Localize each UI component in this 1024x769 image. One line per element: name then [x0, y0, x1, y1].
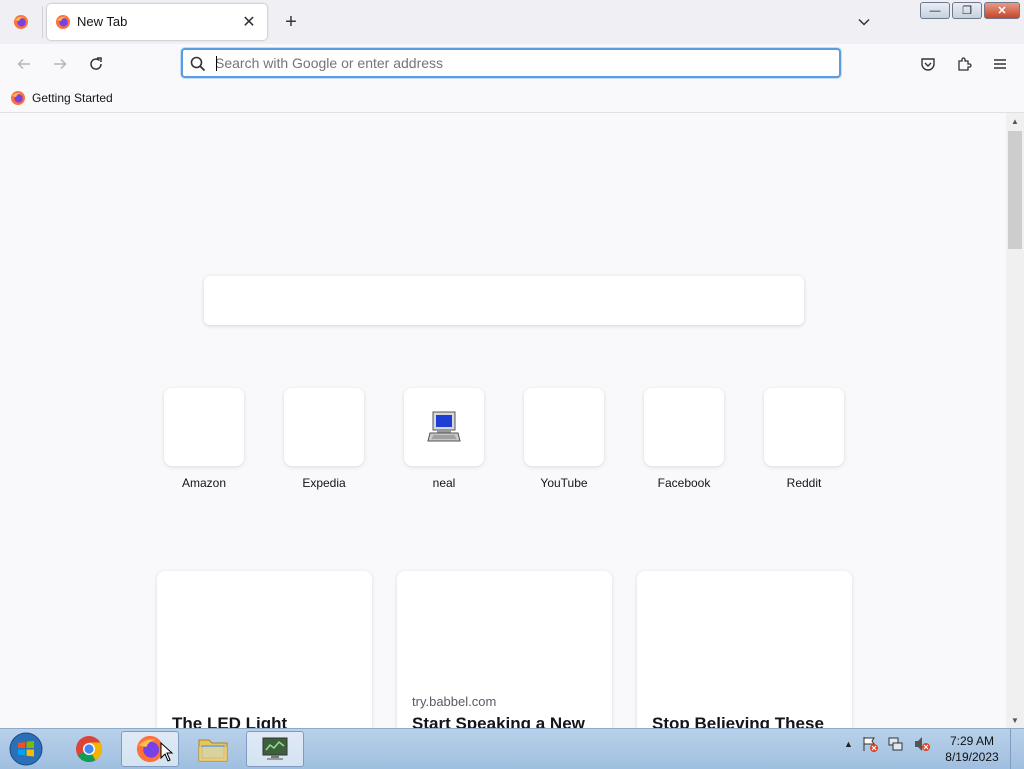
scrollbar-thumb[interactable] [1008, 131, 1022, 249]
new-tab-page: Amazon Expedia neal YouTube Facebook Red… [0, 113, 1006, 728]
navigation-toolbar [0, 44, 1024, 84]
story-source: try.babbel.com [412, 694, 497, 709]
save-to-pocket-button[interactable] [914, 50, 942, 78]
address-bar[interactable] [181, 48, 841, 78]
top-site-tile [404, 388, 484, 466]
extensions-button[interactable] [950, 50, 978, 78]
bookmark-label: Getting Started [32, 91, 113, 105]
mouse-cursor-icon [160, 742, 174, 762]
windows-taskbar: ▲ 7:29 AM 8/19/2023 [0, 728, 1024, 769]
tab-title: New Tab [77, 14, 128, 29]
story-title: Stop Believing These [652, 714, 824, 728]
close-window-button[interactable]: ✕ [984, 2, 1020, 19]
computer-icon [427, 411, 461, 442]
search-icon [190, 56, 206, 75]
tab-divider [42, 6, 43, 38]
top-site-tile [284, 388, 364, 466]
top-site-amazon[interactable]: Amazon [164, 388, 244, 490]
text-caret [216, 56, 217, 71]
top-site-reddit[interactable]: Reddit [764, 388, 844, 490]
top-site-tile [764, 388, 844, 466]
tab-strip: New Tab ✕ + — ❐ ✕ [0, 0, 1024, 44]
forward-arrow-icon [54, 58, 67, 70]
top-site-neal[interactable]: neal [404, 388, 484, 490]
reload-button[interactable] [82, 50, 110, 78]
puzzle-piece-icon [958, 57, 972, 71]
clock-date: 8/19/2023 [945, 750, 999, 764]
action-center-flag-icon[interactable] [861, 735, 879, 753]
vertical-scrollbar[interactable]: ▲ ▼ [1006, 113, 1024, 728]
pocket-icon [921, 58, 935, 71]
back-button[interactable] [10, 50, 38, 78]
top-site-tile [524, 388, 604, 466]
story-card[interactable]: Stop Believing These [637, 571, 852, 728]
taskbar-chrome[interactable] [60, 731, 118, 767]
top-site-label: YouTube [540, 476, 588, 490]
new-tab-button[interactable]: + [277, 8, 305, 36]
top-site-label: Expedia [302, 476, 346, 490]
top-site-facebook[interactable]: Facebook [644, 388, 724, 490]
restore-button[interactable]: ❐ [952, 2, 982, 19]
bookmarks-toolbar: Getting Started [0, 84, 1024, 113]
top-site-label: Reddit [786, 476, 822, 490]
top-site-expedia[interactable]: Expedia [284, 388, 364, 490]
back-arrow-icon [17, 58, 30, 70]
volume-muted-icon[interactable] [913, 735, 931, 753]
start-button[interactable] [6, 731, 46, 767]
tab-new-tab[interactable]: New Tab ✕ [47, 4, 267, 40]
top-site-youtube[interactable]: YouTube [524, 388, 604, 490]
forward-button[interactable] [46, 50, 74, 78]
story-card[interactable]: try.babbel.com Start Speaking a New [397, 571, 612, 728]
firefox-icon [11, 91, 25, 105]
clock-time: 7:29 AM [949, 734, 995, 748]
monitor-icon [262, 737, 288, 760]
new-tab-search-box[interactable] [204, 276, 804, 325]
firefox-icon [14, 15, 28, 29]
close-tab-icon[interactable]: ✕ [237, 10, 261, 34]
application-menu-button[interactable] [986, 50, 1014, 78]
hamburger-menu-icon [994, 59, 1006, 69]
story-title: The LED Light [172, 714, 288, 728]
taskbar-file-explorer[interactable] [184, 731, 242, 767]
windows-start-orb-icon [9, 732, 43, 766]
taskbar-network-app[interactable] [246, 731, 304, 767]
system-tray: ▲ [844, 735, 931, 753]
folder-icon [198, 739, 228, 762]
firefox-view-button[interactable] [0, 0, 42, 44]
bookmark-getting-started[interactable]: Getting Started [10, 90, 113, 106]
top-site-label: Amazon [181, 476, 227, 490]
scroll-down-arrow-icon[interactable]: ▼ [1006, 712, 1024, 728]
scroll-up-arrow-icon[interactable]: ▲ [1006, 113, 1024, 129]
list-all-tabs-button[interactable] [850, 8, 878, 36]
show-hidden-icons-arrow-icon[interactable]: ▲ [844, 739, 853, 749]
chrome-icon [76, 736, 103, 763]
chevron-down-icon [858, 18, 870, 26]
firefox-icon [55, 14, 71, 33]
top-site-label: neal [432, 476, 456, 490]
story-card[interactable]: The LED Light [157, 571, 372, 728]
taskbar-clock[interactable]: 7:29 AM 8/19/2023 [936, 733, 1008, 765]
reload-icon [90, 57, 102, 70]
top-site-tile [164, 388, 244, 466]
show-desktop-button[interactable] [1010, 729, 1024, 769]
window-controls: — ❐ ✕ [920, 2, 1020, 19]
taskbar-firefox[interactable] [121, 731, 179, 767]
top-site-label: Facebook [657, 476, 711, 490]
minimize-button[interactable]: — [920, 2, 950, 19]
top-site-tile [644, 388, 724, 466]
network-icon[interactable] [887, 735, 905, 753]
address-input[interactable] [215, 50, 815, 76]
story-title: Start Speaking a New [412, 714, 585, 728]
